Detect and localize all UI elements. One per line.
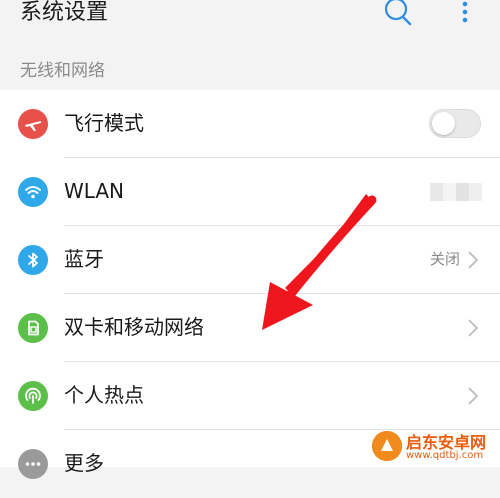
search-icon[interactable]	[382, 0, 414, 28]
more-icon	[18, 449, 48, 479]
section-header-wireless: 无线和网络	[20, 61, 105, 81]
setting-label: 双卡和移动网络	[64, 315, 204, 339]
hotspot-icon	[18, 381, 48, 411]
sim-card-icon	[18, 313, 48, 343]
setting-row-wlan[interactable]: WLAN	[0, 158, 500, 226]
setting-label: 蓝牙	[64, 247, 104, 271]
chevron-right-icon	[466, 250, 480, 270]
watermark-url: www.qdtbj.com	[406, 450, 484, 461]
chevron-right-icon	[466, 318, 480, 338]
redacted-network-name	[430, 183, 482, 201]
watermark-logo-icon	[372, 431, 402, 461]
setting-row-dual-sim-mobile-network[interactable]: 双卡和移动网络	[0, 294, 500, 362]
setting-label: 飞行模式	[64, 111, 144, 135]
setting-row-bluetooth[interactable]: 蓝牙 关闭	[0, 226, 500, 294]
site-watermark: 启东安卓网 www.qdtbj.com	[370, 427, 498, 467]
setting-row-airplane-mode[interactable]: 飞行模式	[0, 90, 500, 158]
chevron-right-icon	[466, 386, 480, 406]
setting-label: 个人热点	[64, 383, 144, 407]
setting-label: 更多	[64, 451, 104, 475]
bluetooth-status: 关闭	[429, 250, 460, 268]
page-title: 系统设置	[20, 0, 109, 25]
setting-row-personal-hotspot[interactable]: 个人热点	[0, 362, 500, 430]
more-vert-icon[interactable]	[452, 0, 478, 28]
airplane-mode-toggle[interactable]	[429, 109, 481, 138]
airplane-icon	[18, 109, 48, 139]
bluetooth-icon	[18, 245, 48, 275]
setting-label: WLAN	[64, 179, 125, 203]
toggle-knob	[432, 112, 455, 135]
settings-list: 飞行模式 WLAN 蓝牙 关闭 双卡和移动网络 个人热点 更多	[0, 90, 500, 479]
wifi-icon	[18, 177, 48, 207]
app-header: 系统设置	[0, 0, 500, 36]
